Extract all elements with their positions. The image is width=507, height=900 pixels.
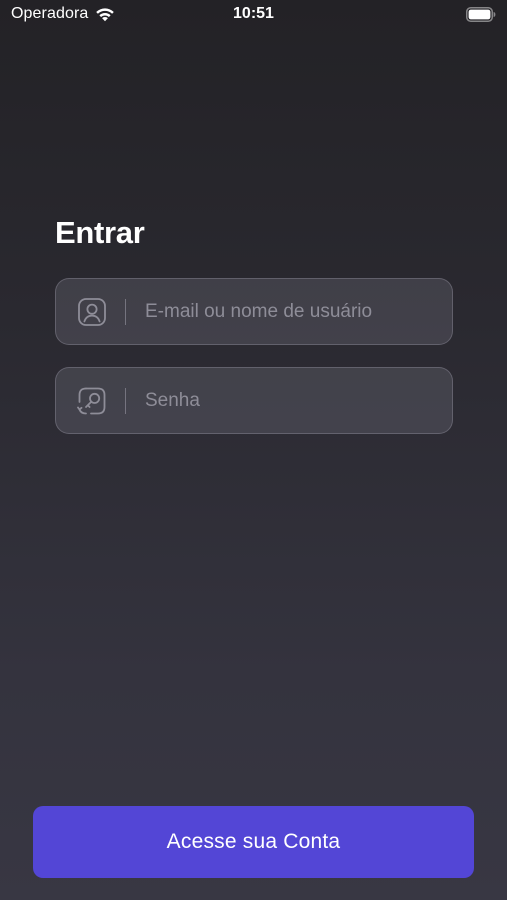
password-input[interactable] (145, 368, 436, 433)
page-title: Entrar (55, 215, 145, 250)
login-button[interactable]: Acesse sua Conta (33, 806, 474, 878)
field-divider (125, 298, 126, 325)
field-divider (125, 387, 126, 414)
clock: 10:51 (233, 5, 274, 22)
user-icon (77, 297, 107, 327)
email-input[interactable] (145, 279, 436, 344)
status-bar: Operadora 10:51 (0, 0, 507, 32)
battery-icon (466, 7, 496, 22)
email-field-container[interactable] (55, 278, 453, 345)
password-field-container[interactable] (55, 367, 453, 434)
key-icon (77, 386, 107, 416)
